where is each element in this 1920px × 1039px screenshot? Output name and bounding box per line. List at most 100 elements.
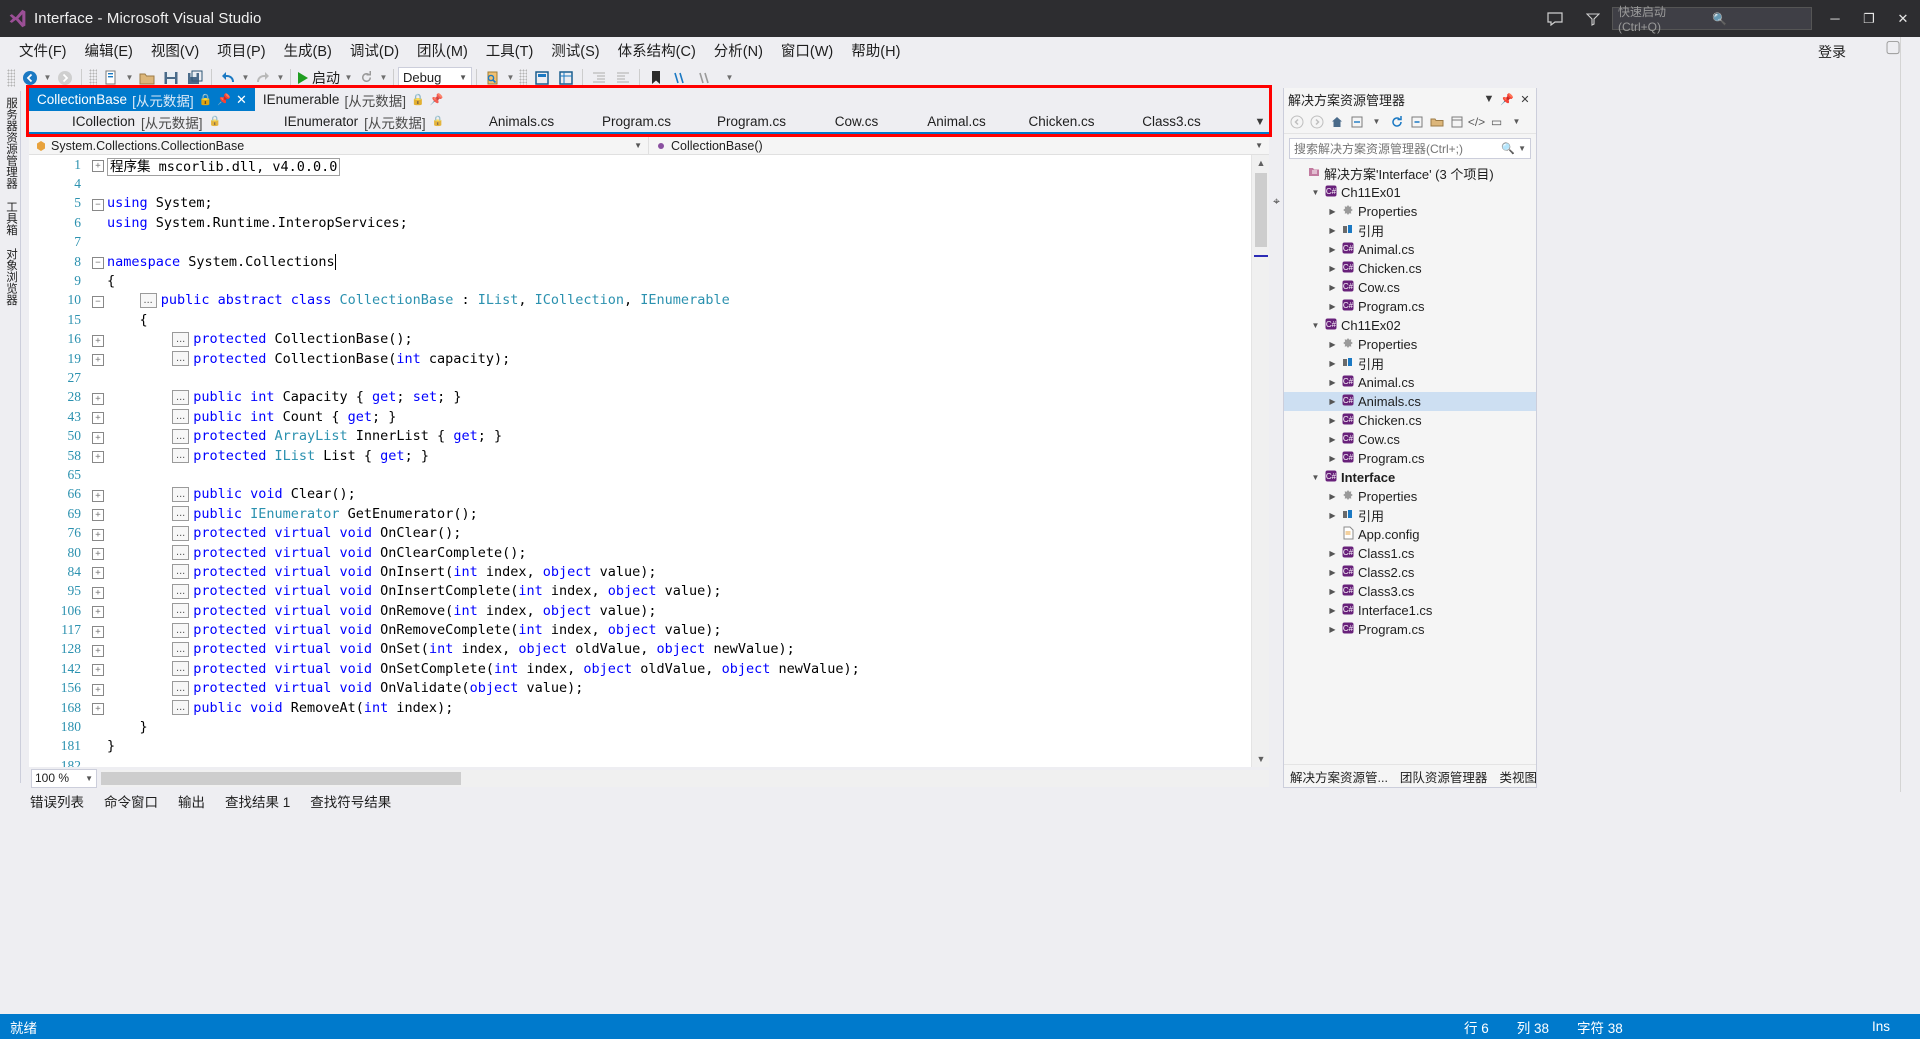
chevron-right-icon[interactable]: ▶ xyxy=(1326,302,1339,311)
menu-item-8[interactable]: 测试(S) xyxy=(542,37,608,64)
redo-caret-icon[interactable]: ▼ xyxy=(275,73,286,82)
new-project-caret-icon[interactable]: ▼ xyxy=(124,73,135,82)
outline-toggle-icon[interactable]: − xyxy=(89,294,107,308)
scroll-down-icon[interactable]: ▼ xyxy=(1252,751,1269,767)
outline-toggle-icon[interactable]: + xyxy=(89,662,107,677)
chevron-down-icon[interactable]: ▼ xyxy=(1309,473,1322,482)
tree-node[interactable]: ▶ C# Program.cs xyxy=(1284,620,1536,639)
open-file-icon[interactable] xyxy=(135,66,159,89)
lock-icon[interactable]: 🔒 xyxy=(432,116,444,127)
solution-explorer-footer-tab-1[interactable]: 团队资源管理器 xyxy=(1394,764,1494,789)
refresh-icon[interactable] xyxy=(1387,112,1406,132)
code-line[interactable]: 180 } xyxy=(29,717,1251,736)
outline-toggle-icon[interactable]: + xyxy=(89,546,107,560)
document-tab-row2-1[interactable]: IEnumerator [从元数据] 🔒 xyxy=(264,111,464,132)
lock-icon[interactable]: 🔒 xyxy=(411,93,425,106)
document-tab-row2-3[interactable]: Program.cs xyxy=(579,111,694,132)
expand-ellipsis-icon[interactable]: ... xyxy=(172,661,190,677)
expand-ellipsis-icon[interactable]: ... xyxy=(172,428,190,444)
type-dropdown[interactable]: System.Collections.CollectionBase ▼ xyxy=(29,136,649,155)
notifications-icon[interactable] xyxy=(1574,0,1612,37)
zoom-level-select[interactable]: 100 % ▼ xyxy=(31,768,97,788)
navigate-forward-icon[interactable] xyxy=(53,66,77,89)
outline-toggle-icon[interactable]: + xyxy=(89,430,107,444)
expand-ellipsis-icon[interactable]: ... xyxy=(172,680,190,696)
bottom-tab-1[interactable]: 命令窗口 xyxy=(94,788,168,814)
chevron-right-icon[interactable]: ▶ xyxy=(1326,492,1339,501)
code-line[interactable]: 168 + ... public void RemoveAt(int index); xyxy=(29,698,1251,717)
bottom-tab-0[interactable]: 错误列表 xyxy=(20,788,94,814)
pin-icon[interactable]: 📌 xyxy=(1500,93,1514,106)
chevron-right-icon[interactable]: ▶ xyxy=(1326,207,1339,216)
solution-explorer-search-box[interactable]: 🔍 ▼ xyxy=(1289,138,1531,159)
save-icon[interactable] xyxy=(159,66,183,89)
tree-node[interactable]: ▶ 引用 xyxy=(1284,221,1536,240)
code-lines[interactable]: 1 + 程序集 mscorlib.dll, v4.0.0.0 4 5− using Sys… xyxy=(29,155,1251,767)
chevron-right-icon[interactable]: ▶ xyxy=(1326,454,1339,463)
code-line[interactable]: 9{ xyxy=(29,271,1251,290)
collapse-all-icon[interactable] xyxy=(1407,112,1426,132)
document-tab-row2-0[interactable]: ICollection [从元数据] 🔒 xyxy=(29,111,264,132)
code-line[interactable]: 7 xyxy=(29,233,1251,252)
tree-node[interactable]: ▶ C# Cow.cs xyxy=(1284,278,1536,297)
tree-node[interactable]: ▶ C# Animal.cs xyxy=(1284,240,1536,259)
expand-ellipsis-icon[interactable]: ... xyxy=(172,486,190,502)
left-dock-tab-2[interactable]: 对象浏览器 xyxy=(0,242,22,312)
undo-icon[interactable] xyxy=(216,66,240,89)
code-line[interactable]: 4 xyxy=(29,174,1251,193)
chevron-right-icon[interactable]: ▶ xyxy=(1326,245,1339,254)
menu-item-12[interactable]: 帮助(H) xyxy=(842,37,909,64)
chevron-right-icon[interactable]: ▶ xyxy=(1326,568,1339,577)
outline-toggle-icon[interactable]: + xyxy=(89,527,107,541)
tree-node[interactable]: ▶ C# Cow.cs xyxy=(1284,430,1536,449)
expand-ellipsis-icon[interactable]: ... xyxy=(172,506,190,522)
document-tab-0[interactable]: CollectionBase [从元数据] 🔒 📌 ✕ xyxy=(29,88,255,111)
outline-toggle-icon[interactable]: + xyxy=(89,488,107,502)
forward-icon[interactable] xyxy=(1307,112,1326,132)
pin-icon[interactable]: 📌 xyxy=(217,93,231,106)
menu-item-3[interactable]: 项目(P) xyxy=(208,37,274,64)
code-line[interactable]: 6 using System.Runtime.InteropServices; xyxy=(29,213,1251,232)
pin-icon[interactable]: 📌 xyxy=(430,93,444,106)
member-dropdown[interactable]: CollectionBase() ▼ xyxy=(649,139,1269,153)
tree-node[interactable]: ▶ Properties xyxy=(1284,335,1536,354)
tree-node[interactable]: App.config xyxy=(1284,525,1536,544)
outline-toggle-icon[interactable]: + xyxy=(89,333,107,347)
editor-horizontal-scrollbar[interactable] xyxy=(101,769,1269,787)
undo-caret-icon[interactable]: ▼ xyxy=(240,73,251,82)
outline-toggle-icon[interactable]: − xyxy=(89,255,107,270)
expand-ellipsis-icon[interactable]: ... xyxy=(172,331,190,347)
lock-icon[interactable]: 🔒 xyxy=(209,116,221,127)
tree-node[interactable]: ▼ C# Ch11Ex02 xyxy=(1284,316,1536,335)
solution-icon[interactable] xyxy=(530,66,554,89)
menu-item-7[interactable]: 工具(T) xyxy=(477,37,543,64)
menu-item-10[interactable]: 分析(N) xyxy=(705,37,772,64)
indent-icon[interactable] xyxy=(587,66,611,89)
home-icon[interactable] xyxy=(1327,112,1346,132)
bottom-tab-3[interactable]: 查找结果 1 xyxy=(215,788,300,814)
code-line[interactable]: 10− ... public abstract class CollectionB… xyxy=(29,291,1251,310)
tab-overflow-icon[interactable]: ▼ xyxy=(1253,112,1267,132)
chevron-down-icon[interactable]: ▼ xyxy=(1309,321,1322,330)
expand-ellipsis-icon[interactable]: ... xyxy=(172,603,190,619)
close-icon[interactable]: ✕ xyxy=(1518,93,1532,106)
tree-node[interactable]: ▶ C# Class1.cs xyxy=(1284,544,1536,563)
expand-ellipsis-icon[interactable]: ... xyxy=(172,409,190,425)
expand-ellipsis-icon[interactable]: ... xyxy=(139,292,157,308)
document-tab-row2-6[interactable]: Animal.cs xyxy=(904,111,1009,132)
restart-caret-icon[interactable]: ▼ xyxy=(378,73,389,82)
chevron-down-icon[interactable]: ▼ xyxy=(1309,188,1322,197)
save-all-icon[interactable] xyxy=(183,66,207,89)
code-line[interactable]: 8− namespace System.Collections xyxy=(29,252,1251,271)
menu-item-2[interactable]: 视图(V) xyxy=(142,37,208,64)
menu-item-1[interactable]: 编辑(E) xyxy=(76,37,142,64)
outline-toggle-icon[interactable]: − xyxy=(89,197,107,211)
outline-toggle-icon[interactable]: + xyxy=(89,643,107,657)
toolbar-grip[interactable] xyxy=(519,68,527,87)
solution-configuration-select[interactable]: Debug ▼ xyxy=(398,67,472,88)
restart-icon[interactable] xyxy=(354,66,378,89)
code-line[interactable]: 43 + ... public int Count { get; } xyxy=(29,407,1251,426)
solution-explorer-footer-tab-0[interactable]: 解决方案资源管... xyxy=(1284,764,1394,789)
chevron-down-icon[interactable]: ▼ xyxy=(1367,112,1386,132)
search-input[interactable] xyxy=(1294,141,1499,156)
